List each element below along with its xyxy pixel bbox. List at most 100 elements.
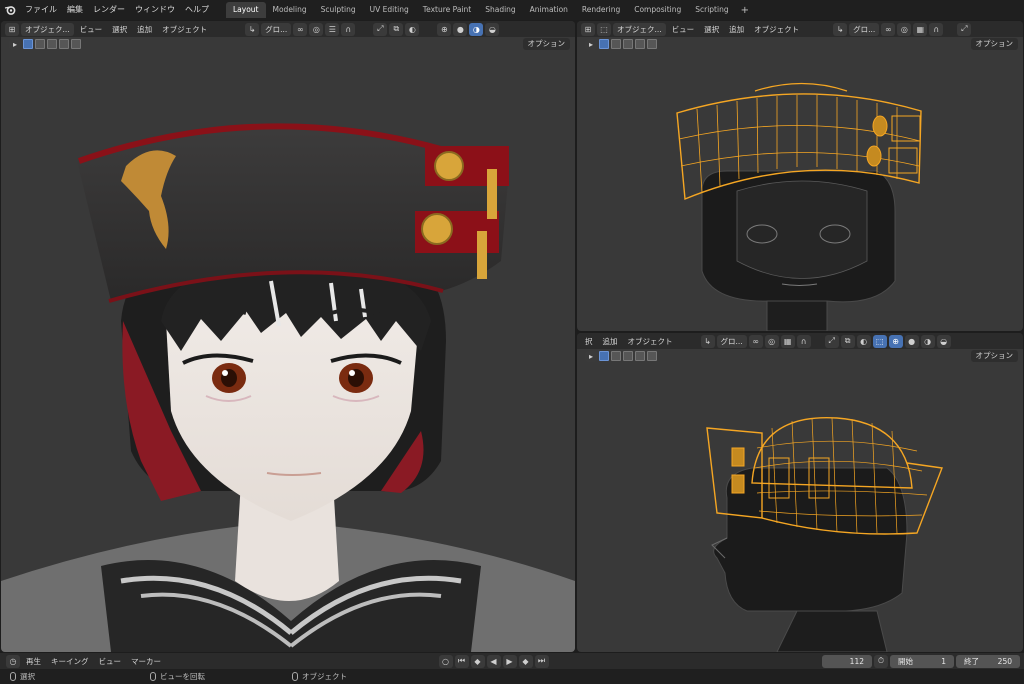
front-wireframe-viewport[interactable]: ⊞ ⬚ オブジェク... ビュー 選択 追加 オブジェクト ↳ グロ... ∞ … (577, 21, 1023, 331)
record-icon[interactable]: ○ (438, 654, 453, 668)
menu-render[interactable]: レンダー (88, 0, 130, 20)
menu-window[interactable]: ウィンドウ (130, 0, 180, 20)
mode-selector[interactable]: オブジェク... (613, 22, 666, 36)
menu-object[interactable]: オブジェクト (158, 23, 211, 36)
mode-icon[interactable]: ⬚ (597, 22, 611, 36)
select-mode-extend-icon[interactable] (35, 39, 45, 49)
menu-marker[interactable]: マーカー (127, 655, 165, 668)
tab-shading[interactable]: Shading (478, 2, 522, 18)
xray-icon[interactable]: ⧉ (840, 334, 855, 348)
menu-playback[interactable]: 再生 (22, 655, 45, 668)
tab-modeling[interactable]: Modeling (266, 2, 314, 18)
select-mode-extend-icon[interactable] (611, 351, 621, 361)
proportional-icon[interactable]: ∩ (341, 22, 356, 36)
menu-file[interactable]: ファイル (20, 0, 62, 20)
wireframe-shading-icon[interactable]: ⊕ (437, 22, 452, 36)
options-dropdown[interactable]: オプション (522, 38, 570, 50)
prev-keyframe-icon[interactable]: ◆ (470, 654, 485, 668)
jump-start-icon[interactable]: ⏮ (454, 654, 469, 668)
solid-shading-icon[interactable]: ● (453, 22, 468, 36)
transform-orientation-icon[interactable]: ↳ (245, 22, 260, 36)
tab-uv-editing[interactable]: UV Editing (363, 2, 416, 18)
select-mode-invert-icon[interactable] (59, 39, 69, 49)
proportional-icon[interactable]: ∩ (929, 22, 944, 36)
editor-type-icon[interactable]: ⊞ (581, 22, 595, 36)
select-mode-intersect-icon[interactable] (71, 39, 81, 49)
orientation-selector[interactable]: グロ... (849, 22, 880, 36)
tab-sculpting[interactable]: Sculpting (314, 2, 363, 18)
material-shading-icon[interactable]: ◑ (920, 334, 935, 348)
select-mode-intersect-icon[interactable] (647, 39, 657, 49)
tab-scripting[interactable]: Scripting (688, 2, 735, 18)
wireframe-shading-icon[interactable]: ⊕ (888, 334, 903, 348)
play-reverse-icon[interactable]: ◀ (486, 654, 501, 668)
select-mode-new-icon[interactable] (599, 351, 609, 361)
play-forward-icon[interactable]: ▶ (502, 654, 517, 668)
tab-texture-paint[interactable]: Texture Paint (416, 2, 478, 18)
transform-orientation-icon[interactable]: ↳ (833, 22, 848, 36)
select-mode-intersect-icon[interactable] (647, 351, 657, 361)
rendered-shading-icon[interactable]: ◒ (936, 334, 951, 348)
select-mode-invert-icon[interactable] (635, 351, 645, 361)
overlay-icon[interactable]: ◐ (856, 334, 871, 348)
pivot-icon[interactable]: ∞ (748, 334, 763, 348)
blender-logo-icon[interactable] (0, 0, 20, 20)
menu-view[interactable]: ビュー (76, 23, 107, 36)
overlay-icon[interactable]: ◐ (405, 22, 420, 36)
menu-select[interactable]: 択 (581, 335, 597, 348)
stopwatch-icon[interactable]: ⏱ (874, 654, 888, 668)
solid-shading-icon[interactable]: ● (904, 334, 919, 348)
end-frame-field[interactable]: 終了 250 (956, 654, 1020, 668)
pivot-icon[interactable]: ∞ (881, 22, 896, 36)
menu-add[interactable]: 追加 (599, 335, 622, 348)
menu-object[interactable]: オブジェクト (750, 23, 803, 36)
tab-layout[interactable]: Layout (226, 2, 266, 18)
pivot-icon[interactable]: ∞ (293, 22, 308, 36)
material-shading-icon[interactable]: ◑ (469, 22, 484, 36)
select-mode-subtract-icon[interactable] (623, 39, 633, 49)
options-dropdown[interactable]: オプション (970, 38, 1018, 50)
xray-toggle-icon[interactable]: ⬚ (872, 334, 887, 348)
tab-compositing[interactable]: Compositing (627, 2, 688, 18)
play-icon[interactable]: ▸ (585, 38, 597, 50)
menu-add[interactable]: 追加 (725, 23, 748, 36)
menu-help[interactable]: ヘルプ (180, 0, 214, 20)
menu-keying[interactable]: キーイング (47, 655, 93, 668)
select-mode-new-icon[interactable] (599, 39, 609, 49)
play-icon[interactable]: ▸ (585, 350, 597, 362)
gizmo-icon[interactable]: ⤢ (957, 22, 972, 36)
tab-animation[interactable]: Animation (523, 2, 575, 18)
menu-view[interactable]: ビュー (668, 23, 699, 36)
orientation-selector[interactable]: グロ... (261, 22, 292, 36)
clock-editor-icon[interactable]: ◷ (6, 654, 20, 668)
snap-target-icon[interactable]: ☰ (325, 22, 340, 36)
rendered-shading-icon[interactable]: ◒ (485, 22, 500, 36)
menu-add[interactable]: 追加 (133, 23, 156, 36)
add-workspace-button[interactable]: + (736, 5, 754, 16)
next-keyframe-icon[interactable]: ◆ (518, 654, 533, 668)
play-icon[interactable]: ▸ (9, 38, 21, 50)
snap-icon[interactable]: ◎ (309, 22, 324, 36)
side-wireframe-viewport[interactable]: 択 追加 オブジェクト ↳ グロ... ∞ ◎ ▦ ∩ ⤢ ⧉ ◐ ⬚ ⊕ ● … (577, 333, 1023, 652)
start-frame-field[interactable]: 開始 1 (890, 654, 954, 668)
select-mode-invert-icon[interactable] (635, 39, 645, 49)
current-frame-field[interactable]: 112 (822, 654, 872, 668)
editor-type-icon[interactable]: ⊞ (5, 22, 19, 36)
jump-end-icon[interactable]: ⏭ (534, 654, 549, 668)
menu-edit[interactable]: 編集 (62, 0, 88, 20)
menu-object[interactable]: オブジェクト (624, 335, 677, 348)
xray-icon[interactable]: ⧉ (389, 22, 404, 36)
gizmo-icon[interactable]: ⤢ (373, 22, 388, 36)
gizmo-icon[interactable]: ⤢ (824, 334, 839, 348)
options-dropdown[interactable]: オプション (970, 350, 1018, 362)
main-viewport[interactable]: ⊞ オブジェク... ビュー 選択 追加 オブジェクト ↳ グロ... ∞ ◎ … (1, 21, 575, 652)
snap-target-icon[interactable]: ▦ (913, 22, 928, 36)
transform-orientation-icon[interactable]: ↳ (700, 334, 715, 348)
select-mode-extend-icon[interactable] (611, 39, 621, 49)
snap-icon[interactable]: ◎ (764, 334, 779, 348)
menu-select[interactable]: 選択 (700, 23, 723, 36)
tab-rendering[interactable]: Rendering (575, 2, 627, 18)
menu-view[interactable]: ビュー (95, 655, 126, 668)
snap-icon[interactable]: ◎ (897, 22, 912, 36)
snap-target-icon[interactable]: ▦ (780, 334, 795, 348)
